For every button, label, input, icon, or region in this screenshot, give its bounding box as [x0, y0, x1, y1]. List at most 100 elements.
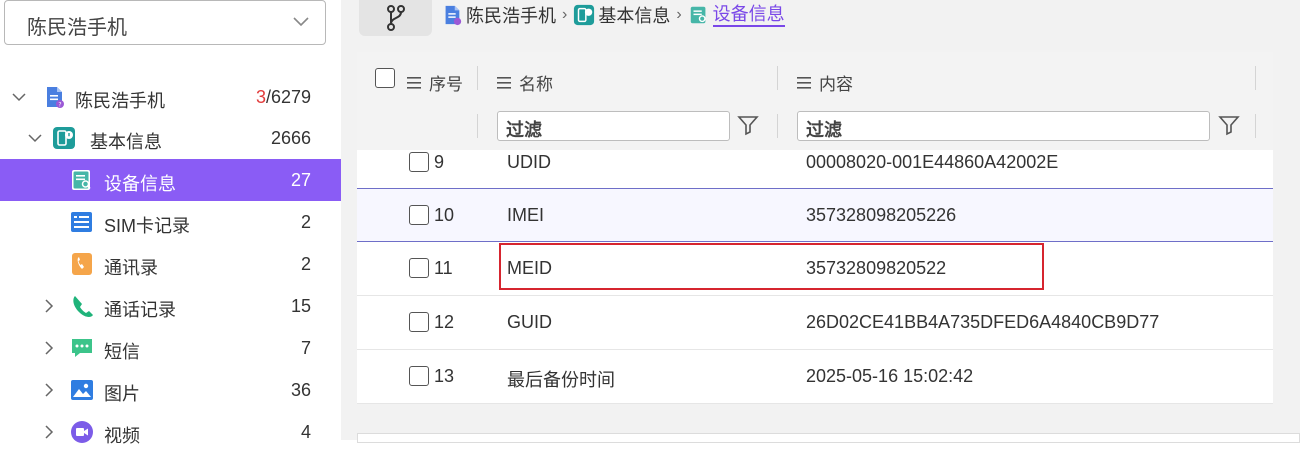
tree-item-sms[interactable]: 短信 7 [0, 327, 341, 369]
row-checkbox[interactable] [409, 312, 429, 332]
row-checkbox[interactable] [409, 152, 429, 172]
tree-item-call-log[interactable]: 通话记录 15 [0, 285, 341, 327]
tree-item-count: 27 [290, 170, 311, 190]
branch-icon [387, 5, 405, 31]
filter-icon[interactable] [1218, 114, 1240, 136]
breadcrumb: 陈民浩手机 › 基本信息 › 设备信息 [441, 0, 785, 30]
basic-info-icon [53, 127, 75, 149]
breadcrumb-item-device[interactable]: 陈民浩手机 [441, 2, 556, 28]
chevron-down-icon[interactable] [10, 88, 28, 106]
column-header-index[interactable]: 序号 [407, 70, 463, 95]
table-row[interactable]: 13 最后备份时间 2025-05-16 15:02:42 [357, 350, 1300, 404]
tree-item-label: 通话记录 [104, 300, 176, 320]
column-menu-icon [797, 76, 811, 89]
column-divider [777, 114, 778, 138]
filter-icon[interactable] [737, 114, 759, 136]
tree-item-images[interactable]: 图片 36 [0, 369, 341, 411]
tree-item-label: 图片 [104, 384, 140, 404]
row-number: 9 [434, 152, 445, 172]
row-checkbox[interactable] [409, 205, 429, 225]
breadcrumb-label: 陈民浩手机 [466, 6, 556, 26]
phone-file-icon: ? [47, 87, 64, 109]
column-resize-handle[interactable] [477, 66, 478, 90]
row-content: 35732809820522 [806, 258, 947, 278]
device-info-icon [72, 170, 91, 190]
tree-item-video[interactable]: 视频 4 [0, 411, 341, 453]
contacts-icon [72, 253, 92, 275]
svg-text:?: ? [58, 102, 61, 109]
column-divider [477, 114, 478, 138]
select-all-checkbox[interactable] [375, 68, 395, 88]
chevron-down-icon[interactable] [26, 129, 44, 147]
chevron-right-icon[interactable] [40, 297, 58, 315]
tree-item-count: 2 [300, 254, 311, 274]
sms-icon [72, 339, 92, 357]
phone-file-icon [445, 5, 462, 26]
tree-item-label: 通讯录 [104, 258, 158, 278]
row-checkbox[interactable] [409, 366, 429, 386]
tree-item-count: 15 [290, 296, 311, 316]
tree-item-contacts[interactable]: 通讯录 2 [0, 243, 341, 285]
column-header-name[interactable]: 名称 [497, 70, 553, 95]
phone-icon [73, 296, 93, 317]
data-table: 序号 名称 内容 过滤 过滤 9 UDID 00008020-001E44860… [357, 52, 1300, 404]
tree-item-count: 2 [300, 212, 311, 232]
device-selector-value: 陈民浩手机 [27, 17, 127, 39]
column-header-content[interactable]: 内容 [797, 70, 853, 95]
chevron-down-icon [293, 17, 309, 27]
row-name: 最后备份时间 [507, 370, 615, 390]
row-name: MEID [507, 258, 552, 278]
row-checkbox[interactable] [409, 258, 429, 278]
tree-item-count: 7 [300, 338, 311, 358]
tree-item-device-info[interactable]: 设备信息 27 [0, 159, 341, 201]
chevron-right-icon: › [676, 6, 682, 23]
tree-item-label: 基本信息 [90, 132, 162, 152]
row-content: 357328098205226 [806, 205, 957, 225]
column-divider [1255, 114, 1256, 138]
column-header-label: 内容 [819, 75, 853, 94]
tree-item-device-root[interactable]: ? 陈民浩手机 3/6279 [0, 76, 341, 118]
column-resize-handle[interactable] [1255, 66, 1256, 90]
breadcrumb-label: 设备信息 [712, 3, 785, 27]
table-row[interactable]: 12 GUID 26D02CE41BB4A735DFED6A4840CB9D77 [357, 296, 1300, 350]
table-row-selected[interactable]: 10 IMEI 357328098205226 [357, 188, 1300, 242]
name-filter-input[interactable]: 过滤 [497, 111, 730, 141]
chevron-right-icon[interactable] [40, 381, 58, 399]
table-row[interactable]: 11 MEID 35732809820522 [357, 242, 1300, 296]
table-body: 9 UDID 00008020-001E44860A42002E 10 IMEI… [357, 150, 1300, 404]
row-number: 13 [434, 366, 455, 386]
tree-item-count: 3/6279 [255, 87, 311, 107]
main-panel: 陈民浩手机 › 基本信息 › 设备信息 序号 名称 内容 过滤 过滤 9 UDI… [341, 0, 1300, 443]
column-menu-icon [407, 76, 421, 89]
device-info-icon [690, 6, 706, 24]
row-content: 26D02CE41BB4A735DFED6A4840CB9D77 [806, 312, 1160, 332]
basic-info-icon [574, 4, 595, 26]
sim-record-icon [71, 212, 92, 232]
detail-panel [357, 433, 1300, 443]
row-number: 11 [434, 258, 453, 278]
chevron-right-icon: › [562, 6, 568, 23]
image-icon [71, 380, 93, 400]
tree-item-count: 36 [290, 380, 311, 400]
breadcrumb-label: 基本信息 [598, 6, 671, 26]
row-content: 2025-05-16 15:02:42 [806, 366, 974, 386]
chevron-right-icon[interactable] [40, 339, 58, 357]
breadcrumb-item-basic-info[interactable]: 基本信息 [573, 2, 670, 28]
tree-item-label: 陈民浩手机 [75, 91, 165, 111]
device-selector[interactable]: 陈民浩手机 [4, 0, 326, 45]
row-number: 10 [434, 205, 455, 225]
tree-item-sim-record[interactable]: SIM卡记录 2 [0, 201, 341, 243]
row-content: 00008020-001E44860A42002E [806, 152, 1059, 172]
table-scroll-gutter [1273, 52, 1300, 404]
branch-button[interactable] [359, 0, 432, 36]
breadcrumb-item-device-info[interactable]: 设备信息 [688, 3, 785, 27]
row-name: GUID [507, 312, 552, 332]
column-menu-icon [497, 76, 511, 89]
content-filter-input[interactable]: 过滤 [797, 111, 1210, 141]
tree-item-label: 短信 [104, 342, 140, 362]
chevron-right-icon[interactable] [40, 423, 58, 441]
tree-item-basic-info[interactable]: 基本信息 2666 [0, 117, 341, 159]
column-resize-handle[interactable] [777, 66, 778, 90]
table-row[interactable]: 9 UDID 00008020-001E44860A42002E [357, 150, 1300, 190]
row-name: UDID [507, 152, 551, 172]
